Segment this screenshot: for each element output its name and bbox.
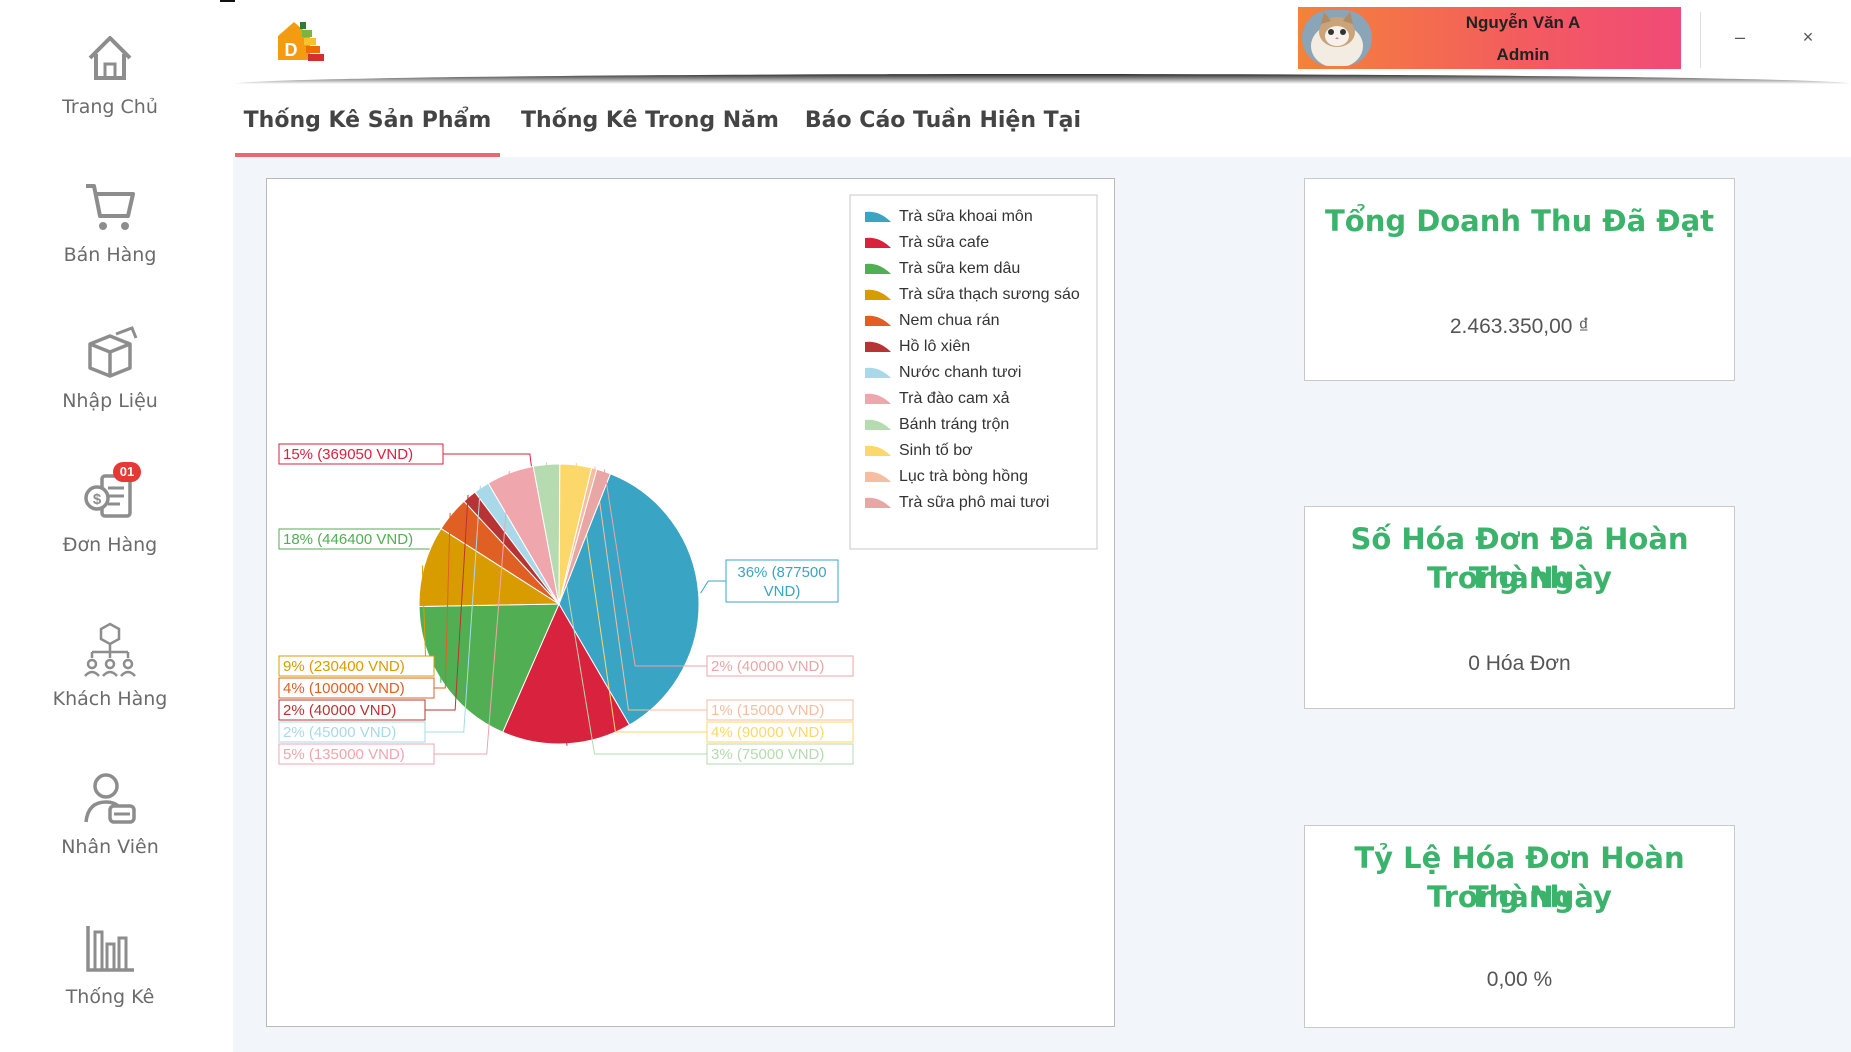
pie-data-label: 18% (446400 VND) xyxy=(283,531,413,548)
sidebar-item-home[interactable]: Trang Chủ xyxy=(0,28,220,158)
svg-text:D: D xyxy=(285,40,298,60)
customers-icon xyxy=(84,622,136,677)
legend-item-label: Trà sữa thạch sương sáo xyxy=(899,286,1080,303)
completion-rate-value: 0,00 % xyxy=(1486,968,1553,991)
sidebar-item-orders[interactable]: $ 01 Đơn Hàng xyxy=(0,462,220,596)
orders-badge: 01 xyxy=(113,462,141,482)
pie-data-label: 15% (369050 VND) xyxy=(283,446,413,463)
completed-invoices-value: 0 Hóa Đơn xyxy=(1468,652,1571,675)
revenue-title: Tổng Doanh Thu Đã Đạt xyxy=(1324,204,1715,238)
svg-text:$: $ xyxy=(93,491,102,508)
pie-data-label: 9% (230400 VND) xyxy=(283,658,405,675)
legend-item-label: Bánh tráng trộn xyxy=(899,416,1009,433)
statistics-icon xyxy=(86,926,134,972)
revenue-value: 2.463.350,00 ₫ xyxy=(1449,315,1590,338)
sidebar-item-statistics[interactable]: Thống Kê xyxy=(0,918,220,1048)
pie-data-label: 4% (90000 VND) xyxy=(711,724,824,741)
legend-item-label: Trà đào cam xả xyxy=(899,390,1010,407)
sidebar-item-label: Nhân Viên xyxy=(61,836,159,858)
user-name: Nguyễn Văn A xyxy=(1465,13,1581,32)
sidebar-item-label: Thống Kê xyxy=(65,986,155,1008)
sidebar-item-employees[interactable]: Nhân Viên xyxy=(0,768,220,898)
legend-item-label: Trà sữa khoai môn xyxy=(899,208,1033,225)
pie-data-label: 2% (40000 VND) xyxy=(711,658,824,675)
completed-invoices-card: Số Hóa Đơn Đã Hoàn Thành Trong Ngày 0 Hó… xyxy=(1304,506,1735,709)
app-logo: D xyxy=(278,22,324,61)
revenue-card: Tổng Doanh Thu Đã Đạt 2.463.350,00 ₫ xyxy=(1304,178,1735,381)
close-button[interactable]: × xyxy=(1790,22,1826,52)
pie-data-label: 3% (75000 VND) xyxy=(711,746,824,763)
sidebar-item-label: Bán Hàng xyxy=(63,244,157,266)
user-profile-card[interactable]: Nguyễn Văn A Admin xyxy=(1298,7,1681,69)
tab-product-statistics[interactable]: Thống Kê Sản Phẩm xyxy=(235,95,500,157)
legend-item-label: Nem chua rán xyxy=(899,312,1000,329)
legend-item-label: Hồ lô xiên xyxy=(899,338,970,355)
sidebar-item-data-entry[interactable]: Nhập Liệu xyxy=(0,322,220,452)
home-icon xyxy=(88,36,132,80)
user-avatar xyxy=(1302,10,1372,66)
sidebar-item-customers[interactable]: Khách Hàng xyxy=(0,620,220,750)
pie-chart: 36% (877500 VND) 15% (369050 VND) 18% (4464… xyxy=(278,194,1098,765)
legend-item-label: Lục trà bòng hồng xyxy=(899,468,1028,485)
cart-icon xyxy=(86,184,135,230)
pie-chart-panel: 36% (877500 VND) 15% (369050 VND) 18% (4464… xyxy=(266,178,1115,1027)
pie-data-label: 2% (45000 VND) xyxy=(283,724,396,741)
sidebar-item-sales[interactable]: Bán Hàng xyxy=(0,176,220,306)
employee-icon xyxy=(84,773,136,824)
user-role: Admin xyxy=(1496,45,1550,64)
sidebar-item-label: Đơn Hàng xyxy=(62,534,158,556)
box-icon xyxy=(88,326,138,378)
pie-data-label: VND) xyxy=(764,583,801,600)
minimize-button[interactable]: – xyxy=(1722,22,1758,52)
legend-item-label: Trà sữa cafe xyxy=(899,234,989,251)
sidebar: Trang Chủ Bán Hàng Nhập Liệu $ 01 Đơn Hà… xyxy=(0,0,220,1052)
sidebar-item-label: Nhập Liệu xyxy=(62,390,158,412)
sidebar-item-label: Khách Hàng xyxy=(52,688,168,710)
pie-data-label: 2% (40000 VND) xyxy=(283,702,396,719)
tab-weekly-report[interactable]: Báo Cáo Tuần Hiện Tại xyxy=(795,95,1091,157)
completion-rate-card: Tỷ Lệ Hóa Đơn Hoàn Thành Trong Ngày 0,00… xyxy=(1304,825,1735,1028)
completed-invoices-title-line2: Trong Ngày xyxy=(1427,561,1612,595)
legend-item-label: Trà sữa phô mai tươi xyxy=(899,494,1049,511)
tab-yearly-statistics[interactable]: Thống Kê Trong Năm xyxy=(515,95,785,157)
pie-data-label: 1% (15000 VND) xyxy=(711,702,824,719)
sidebar-item-label: Trang Chủ xyxy=(62,96,158,118)
pie-data-label: 4% (100000 VND) xyxy=(283,680,405,697)
legend-item-label: Trà sữa kem dâu xyxy=(899,260,1020,277)
header-separator xyxy=(1700,12,1701,68)
legend-item-label: Nước chanh tươi xyxy=(899,364,1021,381)
pie-leader-line xyxy=(700,580,726,594)
completion-rate-title-line2: Trong Ngày xyxy=(1427,880,1612,914)
pie-data-label: 5% (135000 VND) xyxy=(283,746,405,763)
legend-item-label: Sinh tố bơ xyxy=(899,442,973,459)
pie-data-label: 36% (877500 xyxy=(737,564,826,581)
